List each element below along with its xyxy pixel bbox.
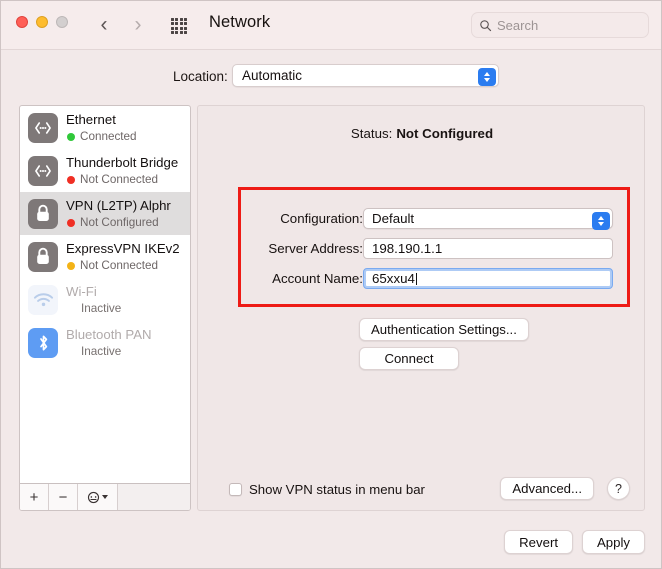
- location-popup-button[interactable]: Automatic: [232, 64, 499, 87]
- ethernet-icon: [35, 121, 51, 134]
- sidebar-item-status-text: Not Configured: [80, 216, 159, 229]
- titlebar: ‹ › Network Search: [1, 1, 661, 50]
- status-value: Not Configured: [396, 126, 494, 141]
- sidebar-item-status: Not Connected: [66, 259, 180, 273]
- server-address-label: Server Address:: [268, 241, 363, 256]
- lock-icon: [28, 241, 58, 272]
- server-address-input[interactable]: 198.190.1.1: [363, 238, 613, 259]
- revert-button[interactable]: Revert: [504, 530, 573, 554]
- zoom-button: [56, 16, 68, 28]
- add-service-button[interactable]: +: [20, 484, 49, 510]
- status-indicator-dot: [67, 133, 75, 141]
- traffic-lights: [16, 16, 68, 28]
- status-indicator-dot: [67, 176, 75, 184]
- server-address-value: 198.190.1.1: [372, 241, 443, 256]
- show-vpn-status-row: Show VPN status in menu bar: [229, 482, 425, 497]
- wifi-icon: [33, 292, 53, 306]
- account-name-input[interactable]: 65xxu4: [363, 268, 613, 289]
- sidebar-item[interactable]: Wi-Fi Inactive: [20, 278, 190, 321]
- sidebar-item-label: VPN (L2TP) Alphr: [66, 198, 171, 213]
- services-sidebar: Ethernet Connected Thunderbolt Bridge Not C…: [19, 105, 191, 511]
- window-footer: Revert Apply: [504, 530, 645, 554]
- account-name-row: Account Name: 65xxu4: [198, 268, 646, 290]
- forward-button[interactable]: ›: [125, 11, 151, 39]
- help-button[interactable]: ?: [607, 477, 630, 500]
- page-title: Network: [209, 13, 271, 31]
- sidebar-item[interactable]: ExpressVPN IKEv2 Not Connected: [20, 235, 190, 278]
- sidebar-item-status-text: Inactive: [81, 302, 122, 315]
- chevron-up-down-icon: [477, 67, 496, 86]
- sidebar-footer-spacer: [118, 484, 190, 510]
- sidebar-item-label: ExpressVPN IKEv2: [66, 241, 180, 256]
- remove-service-button[interactable]: −: [49, 484, 78, 510]
- lock-icon: [37, 204, 49, 221]
- apply-button[interactable]: Apply: [582, 530, 645, 554]
- sidebar-item-label: Ethernet: [66, 112, 116, 127]
- configuration-label: Configuration:: [280, 211, 363, 226]
- authentication-settings-button[interactable]: Authentication Settings...: [359, 318, 529, 341]
- gear-action-icon: [87, 491, 100, 503]
- back-button[interactable]: ‹: [91, 11, 117, 39]
- sidebar-item-label: Wi-Fi: [66, 284, 97, 299]
- ethernet-icon: [28, 155, 58, 186]
- show-vpn-status-label: Show VPN status in menu bar: [249, 482, 425, 497]
- server-address-row: Server Address: 198.190.1.1: [198, 238, 646, 260]
- sidebar-footer: + −: [20, 483, 190, 510]
- sidebar-item[interactable]: VPN (L2TP) Alphr Not Configured: [20, 192, 190, 235]
- account-name-label: Account Name:: [272, 271, 363, 286]
- sidebar-item[interactable]: Bluetooth PAN Inactive: [20, 321, 190, 364]
- sidebar-item-status: Inactive: [66, 345, 152, 359]
- connect-button[interactable]: Connect: [359, 347, 459, 370]
- sidebar-item-label: Bluetooth PAN: [66, 327, 152, 342]
- services-list: Ethernet Connected Thunderbolt Bridge Not C…: [20, 106, 190, 484]
- status-label: Status:: [350, 126, 393, 141]
- configuration-row: Configuration: Default: [198, 208, 646, 230]
- show-vpn-status-checkbox[interactable]: [229, 483, 242, 496]
- status-row: Status: Not Configured: [198, 126, 646, 141]
- sidebar-item[interactable]: Ethernet Connected: [20, 106, 190, 149]
- ethernet-icon: [28, 112, 58, 143]
- sidebar-item-status: Inactive: [66, 302, 121, 316]
- sidebar-item[interactable]: Thunderbolt Bridge Not Connected: [20, 149, 190, 192]
- bluetooth-icon: [28, 327, 58, 358]
- text-cursor: [415, 273, 417, 285]
- configuration-value: Default: [372, 211, 415, 226]
- close-button[interactable]: [16, 16, 28, 28]
- sidebar-item-status: Not Configured: [66, 216, 171, 230]
- advanced-button[interactable]: Advanced...: [500, 477, 594, 500]
- account-name-value: 65xxu4: [372, 271, 415, 286]
- sidebar-item-status-text: Inactive: [81, 345, 122, 358]
- grid-icon[interactable]: [171, 16, 195, 36]
- location-value: Automatic: [242, 68, 303, 83]
- sidebar-item-status: Not Connected: [66, 173, 178, 187]
- status-indicator-dot: [67, 219, 75, 227]
- bluetooth-icon: [39, 335, 47, 350]
- action-menu-button[interactable]: [78, 484, 118, 510]
- search-field[interactable]: Search: [471, 12, 649, 38]
- sidebar-item-label: Thunderbolt Bridge: [66, 155, 179, 170]
- status-indicator-dot: [67, 262, 75, 270]
- wifi-icon: [28, 284, 58, 315]
- sidebar-item-status-text: Connected: [80, 130, 137, 143]
- ethernet-icon: [35, 164, 51, 177]
- configuration-popup-button[interactable]: Default: [363, 208, 613, 230]
- search-placeholder: Search: [497, 17, 539, 33]
- lock-icon: [28, 198, 58, 229]
- sidebar-item-status-text: Not Connected: [80, 259, 158, 272]
- chevron-down-icon: [102, 495, 108, 499]
- network-preferences-window: ‹ › Network Search Location: Automatic E…: [0, 0, 662, 569]
- minimize-button[interactable]: [36, 16, 48, 28]
- service-detail-panel: Status: Not Configured Configuration: Def…: [197, 105, 645, 511]
- search-icon: [480, 19, 492, 31]
- location-label: Location:: [173, 69, 228, 84]
- sidebar-item-status: Connected: [66, 130, 137, 144]
- chevron-up-down-icon: [591, 211, 610, 230]
- sidebar-item-status-text: Not Connected: [80, 173, 158, 186]
- location-row: Location: Automatic: [1, 63, 661, 95]
- lock-icon: [37, 247, 49, 264]
